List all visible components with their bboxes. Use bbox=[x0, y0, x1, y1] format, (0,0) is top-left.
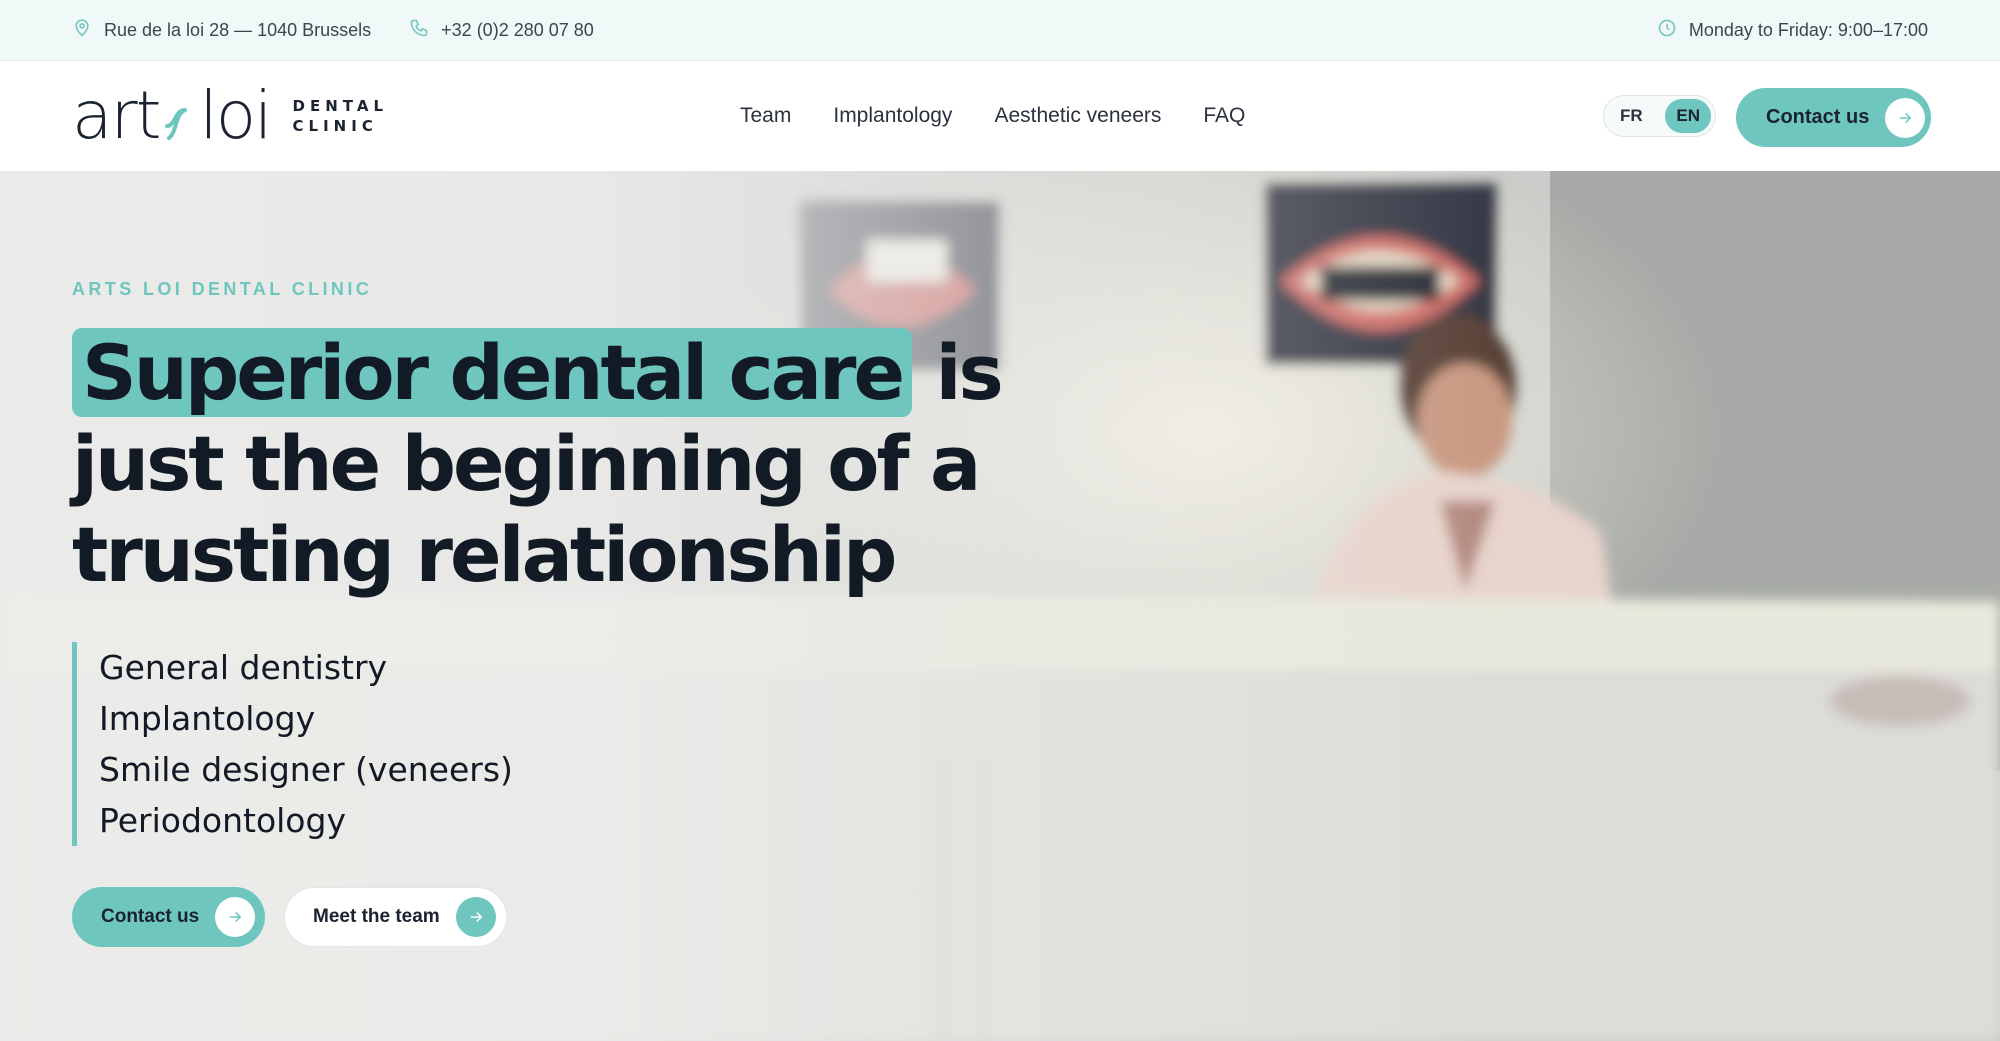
site-header: art loi DENTAL CLINIC Team Implantology … bbox=[0, 61, 2000, 171]
hero-eyebrow: ARTS LOI DENTAL CLINIC bbox=[72, 279, 373, 299]
language-en[interactable]: EN bbox=[1665, 99, 1711, 133]
meet-the-team-button[interactable]: Meet the team bbox=[284, 887, 507, 947]
logo-sub-line1: DENTAL bbox=[292, 97, 389, 115]
language-switcher: FR EN bbox=[1603, 95, 1716, 137]
logo-swoosh-icon bbox=[165, 108, 188, 140]
address-text: Rue de la loi 28 — 1040 Brussels bbox=[104, 19, 372, 40]
header-contact-label: Contact us bbox=[1766, 106, 1870, 128]
nav-item-implantology[interactable]: Implantology bbox=[833, 104, 952, 128]
headline-highlight: Superior dental care bbox=[72, 328, 913, 417]
hours-info: Monday to Friday: 9:00–17:00 bbox=[1657, 18, 1928, 43]
phone-icon bbox=[409, 18, 429, 43]
logo-subtitle: DENTAL CLINIC bbox=[293, 96, 389, 136]
logo-word-left: art bbox=[72, 77, 161, 154]
nav-item-team[interactable]: Team bbox=[740, 104, 791, 128]
arrow-right-icon bbox=[455, 897, 496, 937]
hours-text: Monday to Friday: 9:00–17:00 bbox=[1688, 19, 1928, 40]
service-periodontology: Periodontology bbox=[99, 801, 346, 840]
meet-the-team-label: Meet the team bbox=[313, 906, 440, 927]
hero-headline: Superior dental care is just the beginni… bbox=[72, 327, 1052, 600]
main-nav: Team Implantology Aesthetic veneers FAQ bbox=[740, 104, 1245, 128]
service-implantology: Implantology bbox=[99, 699, 316, 738]
phone-info[interactable]: +32 (0)2 280 07 80 bbox=[409, 18, 594, 43]
address-info[interactable]: Rue de la loi 28 — 1040 Brussels bbox=[72, 18, 371, 43]
map-pin-icon bbox=[72, 18, 92, 43]
hero-section: ARTS LOI DENTAL CLINIC Superior dental c… bbox=[0, 171, 2000, 1041]
arrow-right-icon bbox=[215, 897, 256, 937]
top-info-bar: Rue de la loi 28 — 1040 Brussels +32 (0)… bbox=[0, 0, 2000, 61]
logo[interactable]: art loi DENTAL CLINIC bbox=[72, 83, 388, 149]
hero-contact-button[interactable]: Contact us bbox=[72, 887, 266, 947]
phone-text: +32 (0)2 280 07 80 bbox=[441, 19, 594, 40]
nav-item-aesthetic-veneers[interactable]: Aesthetic veneers bbox=[994, 104, 1161, 128]
service-general-dentistry: General dentistry bbox=[99, 648, 388, 687]
arrow-right-icon bbox=[1885, 97, 1926, 138]
logo-word-right: loi bbox=[199, 77, 272, 154]
hero-contact-label: Contact us bbox=[101, 906, 200, 927]
clock-icon bbox=[1657, 18, 1677, 43]
nav-item-faq[interactable]: FAQ bbox=[1203, 104, 1245, 128]
logo-wordmark: art loi bbox=[72, 77, 273, 154]
header-contact-button[interactable]: Contact us bbox=[1736, 88, 1932, 147]
service-smile-designer: Smile designer (veneers) bbox=[99, 750, 513, 789]
logo-sub-line2: CLINIC bbox=[292, 117, 378, 135]
services-list: General dentistry Implantology Smile des… bbox=[72, 642, 513, 846]
language-fr[interactable]: FR bbox=[1620, 106, 1643, 126]
